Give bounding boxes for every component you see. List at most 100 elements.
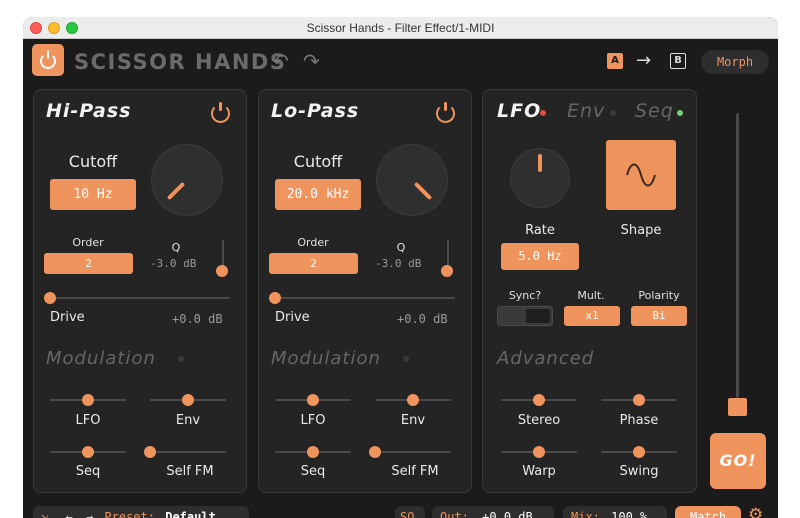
tab-lfo[interactable]: LFO (497, 100, 541, 122)
window-title: Scissor Hands - Filter Effect/1-MIDI (306, 21, 495, 35)
mult-value[interactable]: x1 (564, 306, 620, 326)
hipass-drive-thumb[interactable] (44, 292, 56, 304)
lopass-q-value: -3.0 dB (375, 257, 422, 270)
hipass-modulation-label: Modulation (46, 348, 156, 369)
hipass-env-thumb[interactable] (182, 394, 194, 406)
hipass-selffm-track[interactable] (150, 451, 226, 453)
lopass-drive-value: +0.0 dB (397, 312, 448, 326)
sync-toggle-knob (526, 309, 550, 323)
sync-toggle[interactable] (497, 306, 553, 326)
morph-slider-track[interactable] (736, 113, 739, 398)
tab-env[interactable]: Env (567, 100, 605, 122)
hipass-selffm-label: Self FM (166, 464, 214, 479)
preset-bar[interactable]: ⇲ ← → Preset: Default (33, 506, 249, 518)
sine-wave-icon (626, 163, 656, 187)
polarity-label: Polarity (638, 289, 680, 302)
morph-slider-thumb[interactable] (728, 398, 747, 416)
sq-button[interactable]: SQ (395, 506, 425, 518)
morph-button[interactable]: Morph (701, 50, 769, 74)
lopass-order-label: Order (297, 236, 329, 249)
rate-label: Rate (525, 223, 555, 238)
stereo-thumb[interactable] (533, 394, 545, 406)
phase-thumb[interactable] (633, 394, 645, 406)
hipass-cutoff-knob[interactable] (151, 144, 223, 216)
hipass-q-label: Q (171, 241, 181, 254)
lopass-cutoff-value[interactable]: 20.0 kHz (275, 179, 361, 210)
phase-label: Phase (619, 413, 659, 428)
preset-b-button[interactable]: B (670, 53, 686, 69)
hipass-order-value[interactable]: 2 (44, 253, 133, 274)
rate-value[interactable]: 5.0 Hz (501, 243, 579, 270)
preset-value[interactable]: Default (165, 510, 216, 518)
lopass-cutoff-label: Cutoff (293, 152, 343, 171)
warp-thumb[interactable] (533, 446, 545, 458)
output-value: +0.0 dB (482, 510, 533, 518)
warp-label: Warp (522, 464, 556, 479)
knob-indicator (166, 181, 186, 201)
lopass-modulation-label: Modulation (271, 348, 381, 369)
lopass-selffm-label: Self FM (391, 464, 439, 479)
lopass-power-button[interactable] (435, 101, 457, 123)
plugin-window: Scissor Hands - Filter Effect/1-MIDI SCI… (23, 17, 778, 518)
output-label: Out: (440, 510, 469, 518)
redo-icon[interactable]: ↷ (303, 51, 323, 71)
lopass-order-value[interactable]: 2 (269, 253, 358, 274)
rate-knob[interactable] (510, 148, 570, 208)
hipass-cutoff-value[interactable]: 10 Hz (50, 179, 136, 210)
previous-preset-icon[interactable]: ← (65, 510, 72, 518)
modulation-panel: LFO Env Seq Rate 5.0 Hz Shape Sync? Mult… (482, 89, 697, 493)
settings-gear-icon[interactable]: ⚙ (748, 505, 763, 518)
mix-label: Mix: (571, 510, 600, 518)
match-button[interactable]: Match (675, 506, 741, 518)
tab-seq[interactable]: Seq (635, 100, 674, 122)
preset-label: Preset: (104, 510, 155, 518)
output-gain[interactable]: Out: +0.0 dB (432, 506, 554, 518)
polarity-value[interactable]: Bi (631, 306, 687, 326)
knob-indicator (538, 154, 542, 172)
env-led (610, 110, 616, 116)
lopass-selffm-thumb[interactable] (369, 446, 381, 458)
hipass-panel: Hi-Pass Cutoff 10 Hz Order 2 Q -3.0 dB D… (33, 89, 247, 493)
lopass-panel: Lo-Pass Cutoff 20.0 kHz Order 2 Q -3.0 d… (258, 89, 472, 493)
lopass-env-label: Env (400, 413, 426, 428)
hipass-drive-label: Drive (50, 310, 85, 325)
lopass-cutoff-knob[interactable] (376, 144, 448, 216)
next-preset-icon[interactable]: → (86, 510, 93, 518)
hipass-title: Hi-Pass (46, 100, 132, 122)
hipass-lfo-label: LFO (75, 413, 101, 428)
advanced-label: Advanced (497, 348, 595, 369)
hipass-selffm-thumb[interactable] (144, 446, 156, 458)
lopass-seq-thumb[interactable] (307, 446, 319, 458)
lopass-q-thumb[interactable] (441, 265, 453, 277)
lopass-selffm-track[interactable] (375, 451, 451, 453)
hipass-power-button[interactable] (210, 101, 232, 123)
swing-thumb[interactable] (633, 446, 645, 458)
hipass-order-label: Order (72, 236, 104, 249)
lopass-drive-label: Drive (275, 310, 310, 325)
shape-button[interactable] (606, 140, 676, 210)
hipass-env-label: Env (175, 413, 201, 428)
undo-icon[interactable]: ↶ (272, 51, 292, 71)
plugin-name: SCISSOR HANDS (74, 50, 287, 74)
lfo-active-led (540, 110, 546, 116)
resize-icon[interactable]: ⇲ (41, 510, 48, 518)
lopass-drive-thumb[interactable] (269, 292, 281, 304)
preset-a-button[interactable]: A (607, 53, 623, 69)
hipass-drive-track[interactable] (50, 297, 230, 299)
lopass-drive-track[interactable] (275, 297, 455, 299)
hipass-q-thumb[interactable] (216, 265, 228, 277)
hipass-lfo-thumb[interactable] (82, 394, 94, 406)
mix-value: 100 % (611, 510, 648, 518)
hipass-modulation-led (178, 356, 184, 362)
mix-control[interactable]: Mix: 100 % (563, 506, 667, 518)
swing-label: Swing (619, 464, 659, 479)
hipass-seq-thumb[interactable] (82, 446, 94, 458)
copy-arrow-icon[interactable]: → (636, 50, 651, 71)
lopass-lfo-thumb[interactable] (307, 394, 319, 406)
go-button[interactable]: GO! (710, 433, 766, 489)
lopass-title: Lo-Pass (271, 100, 360, 122)
hipass-q-value: -3.0 dB (150, 257, 197, 270)
lopass-env-thumb[interactable] (407, 394, 419, 406)
sync-label: Sync? (508, 289, 542, 302)
bypass-power-button[interactable] (32, 44, 64, 76)
